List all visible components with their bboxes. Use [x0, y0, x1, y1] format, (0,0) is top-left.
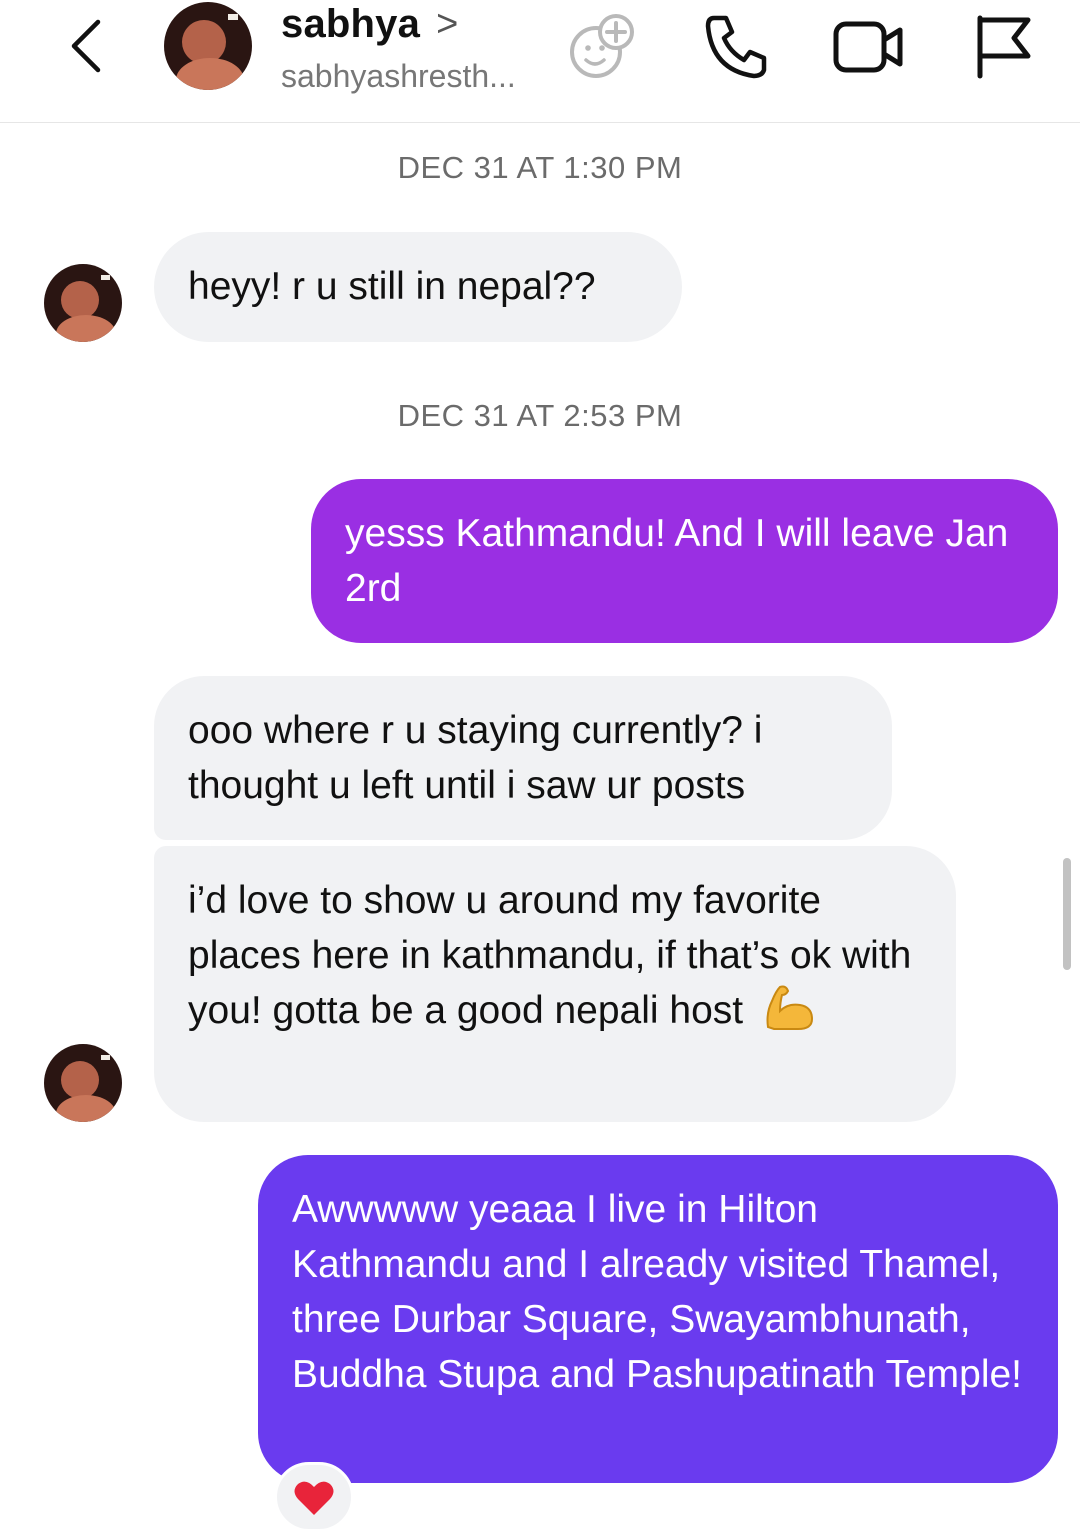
phone-icon[interactable] [700, 10, 772, 82]
chevron-right-icon: > [436, 3, 459, 45]
avatar[interactable] [164, 2, 252, 90]
chevron-left-icon[interactable] [62, 14, 112, 78]
flag-icon[interactable] [970, 10, 1042, 82]
heart-emoji [294, 1481, 334, 1515]
contact-name[interactable]: sabhya > [281, 2, 458, 47]
sender-avatar[interactable] [44, 264, 122, 342]
message-bubble-outgoing[interactable]: Awwwww yeaaa I live in Hilton Kathmandu … [258, 1155, 1058, 1483]
flexed-biceps-emoji [766, 985, 813, 1030]
video-camera-icon[interactable] [830, 10, 906, 82]
contact-handle: sabhyashresth... [281, 58, 516, 94]
message-bubble-outgoing[interactable]: yesss Kathmandu! And I will leave Jan 2r… [311, 479, 1058, 643]
message-text: ooo where r u staying currently? i thoug… [188, 709, 763, 807]
reaction-badge[interactable] [274, 1462, 354, 1532]
scrollbar[interactable] [1063, 858, 1071, 970]
message-text: Awwwww yeaaa I live in Hilton Kathmandu … [292, 1188, 1023, 1396]
timestamp: DEC 31 AT 1:30 PM [397, 150, 683, 185]
chat-header: sabhya > sabhyashresth... [0, 0, 1080, 123]
message-text: yesss Kathmandu! And I will leave Jan 2r… [345, 512, 1009, 610]
sender-avatar[interactable] [44, 1044, 122, 1122]
timestamp: DEC 31 AT 2:53 PM [397, 398, 683, 433]
message-bubble-incoming[interactable]: i’d love to show u around my favorite pl… [154, 846, 956, 1122]
message-bubble-incoming[interactable]: heyy! r u still in nepal?? [154, 232, 682, 342]
contact-name-text: sabhya [281, 2, 421, 46]
message-text: heyy! r u still in nepal?? [188, 265, 596, 308]
add-person-icon[interactable] [566, 10, 638, 82]
message-bubble-incoming[interactable]: ooo where r u staying currently? i thoug… [154, 676, 892, 840]
